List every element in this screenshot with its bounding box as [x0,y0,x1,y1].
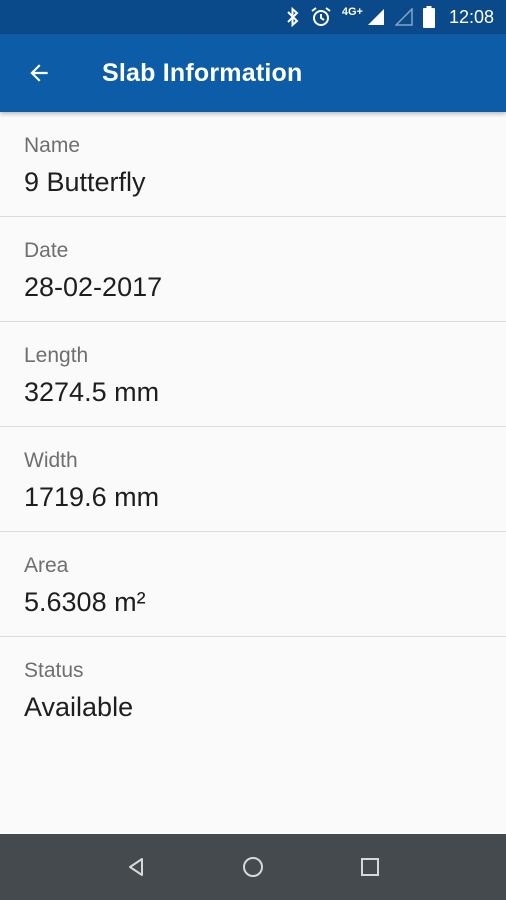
bluetooth-icon [286,0,300,34]
arrow-back-icon [30,64,48,82]
field-value: 5.6308 m² [24,587,146,617]
field-label: Name [24,134,81,157]
field-label: Length [24,344,89,367]
field-name: Name 9 Butterfly [0,112,506,217]
alarm-icon [310,0,332,34]
field-length: Length 3274.5 mm [0,322,506,427]
field-label: Date [24,239,69,262]
slab-info-list: Name 9 Butterfly Date 28-02-2017 Length … [0,112,506,742]
network-type: 4G+ [341,6,363,18]
home-circle-icon [242,857,263,877]
field-label: Area [24,554,69,577]
battery-icon [422,0,435,34]
field-width: Width 1719.6 mm [0,427,506,532]
signal-empty-icon [394,0,413,34]
app-bar: Slab Information [0,34,506,112]
field-value: 1719.6 mm [24,482,160,512]
page-title: Slab Information [102,58,303,87]
field-value: Available [24,692,134,722]
nav-home-button[interactable] [223,834,283,900]
field-status: Status Available [0,637,506,742]
back-triangle-icon [129,858,144,876]
field-value: 28-02-2017 [24,272,163,302]
field-label: Status [24,659,84,682]
nav-recents-button[interactable] [340,834,400,900]
signal-icon [367,0,385,34]
field-label: Width [24,449,78,472]
screen: 4G+ 12:08 Slab Information Name 9 Butter… [0,0,506,900]
field-value: 3274.5 mm [24,377,160,407]
field-date: Date 28-02-2017 [0,217,506,322]
field-area: Area 5.6308 m² [0,532,506,637]
navigation-bar [0,834,506,900]
recents-square-icon [360,858,379,876]
field-value: 9 Butterfly [24,167,146,197]
back-button[interactable] [0,34,78,112]
nav-back-button[interactable] [106,834,166,900]
status-bar: 4G+ 12:08 [0,0,506,34]
status-time: 12:08 [448,6,494,27]
